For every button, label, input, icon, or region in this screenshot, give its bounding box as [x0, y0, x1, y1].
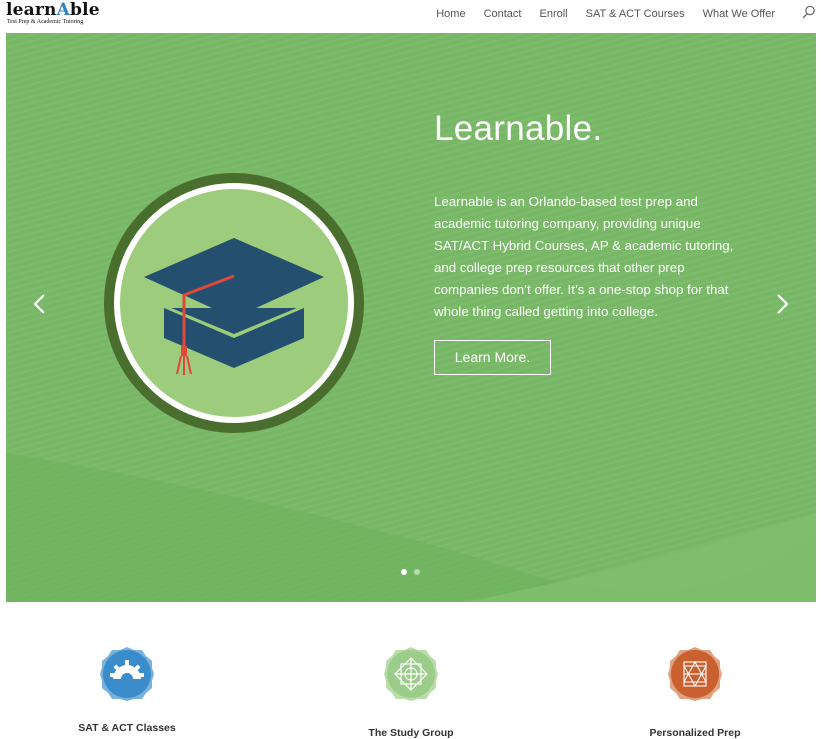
geometric-diamond-icon — [384, 647, 438, 701]
feature-personalized-prep[interactable]: Personalized Prep — [640, 646, 750, 739]
gear-icon — [100, 647, 154, 701]
feature-label: The Study Group — [368, 727, 454, 739]
feature-study-group[interactable]: The Study Group — [356, 646, 466, 739]
logo-tagline: Test Prep & Academic Tutoring — [7, 19, 84, 25]
search-icon[interactable] — [802, 5, 816, 19]
feature-label: Personalized Prep — [649, 727, 741, 739]
slider-pagination — [401, 569, 420, 575]
nav-what-we-offer[interactable]: What We Offer — [694, 7, 784, 21]
hero-slider: Learnable. Learnable is an Orlando-based… — [6, 33, 816, 602]
logo[interactable]: learnAble Test Prep & Academic Tutoring — [6, 1, 100, 26]
site-header: learnAble Test Prep & Academic Tutoring … — [0, 0, 822, 33]
nav-sat-act-courses[interactable]: SAT & ACT Courses — [577, 7, 694, 21]
nav-enroll[interactable]: Enroll — [530, 7, 576, 21]
nav-contact[interactable]: Contact — [475, 7, 531, 21]
chevron-right-icon[interactable] — [770, 291, 794, 317]
hero-description: Learnable is an Orlando-based test prep … — [434, 194, 734, 319]
slide-dot-2[interactable] — [414, 569, 420, 575]
main-nav: Home Contact Enroll SAT & ACT Courses Wh… — [427, 7, 784, 21]
nav-home[interactable]: Home — [427, 7, 474, 21]
feature-label: SAT & ACT Classes — [78, 722, 176, 734]
hero-title: Learnable. — [434, 109, 603, 148]
graduation-cap-badge — [104, 173, 364, 433]
slide-dot-1[interactable] — [401, 569, 407, 575]
chevron-left-icon[interactable] — [28, 291, 52, 317]
learn-more-button[interactable]: Learn More. — [434, 340, 551, 375]
logo-wordmark: learnAble — [6, 0, 100, 20]
geometric-triangles-icon — [668, 647, 722, 701]
feature-sat-act-classes[interactable]: SAT & ACT Classes — [72, 646, 182, 734]
